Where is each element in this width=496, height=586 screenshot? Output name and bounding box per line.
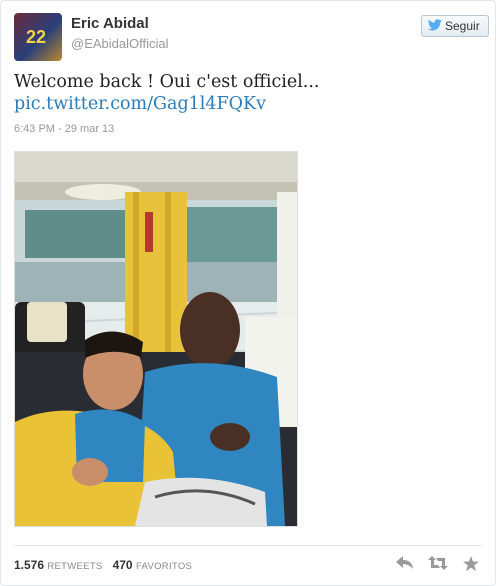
favorites-label: FAVORITOS [135,561,193,572]
retweets-label: RETWEETS [47,561,103,572]
avatar[interactable]: 22 [14,13,62,61]
bird-icon [428,18,442,34]
retweets-count[interactable]: 1.576 [14,558,44,572]
author-handle[interactable]: @EAbidalOfficial [71,36,169,51]
retweet-button[interactable] [428,553,448,573]
author-name[interactable]: Eric Abidal [71,15,149,32]
tweet-photo[interactable] [14,151,298,527]
tweet-media-link[interactable]: pic.twitter.com/Gag1l4FQKv [14,94,266,114]
tweet-card: 22 Eric Abidal @EAbidalOfficial Seguir W… [0,0,496,586]
reply-button[interactable] [395,553,415,573]
tweet-text: Welcome back ! Oui c'est officiel... [14,72,320,92]
star-icon [463,555,479,571]
photo-illustration [15,152,297,526]
tweet-timestamp[interactable]: 6:43 PM - 29 mar 13 [14,123,114,135]
stats-divider [14,545,482,546]
follow-label: Seguir [445,19,480,33]
tweet-stats: 1.576 RETWEETS 470 FAVORITOS [14,558,192,572]
tweet-actions [395,553,481,573]
reply-icon [396,556,413,569]
favorites-count[interactable]: 470 [113,558,133,572]
avatar-jersey-number: 22 [26,27,47,47]
follow-button[interactable]: Seguir [421,15,489,37]
retweet-icon [428,556,448,570]
favorite-button[interactable] [461,553,481,573]
